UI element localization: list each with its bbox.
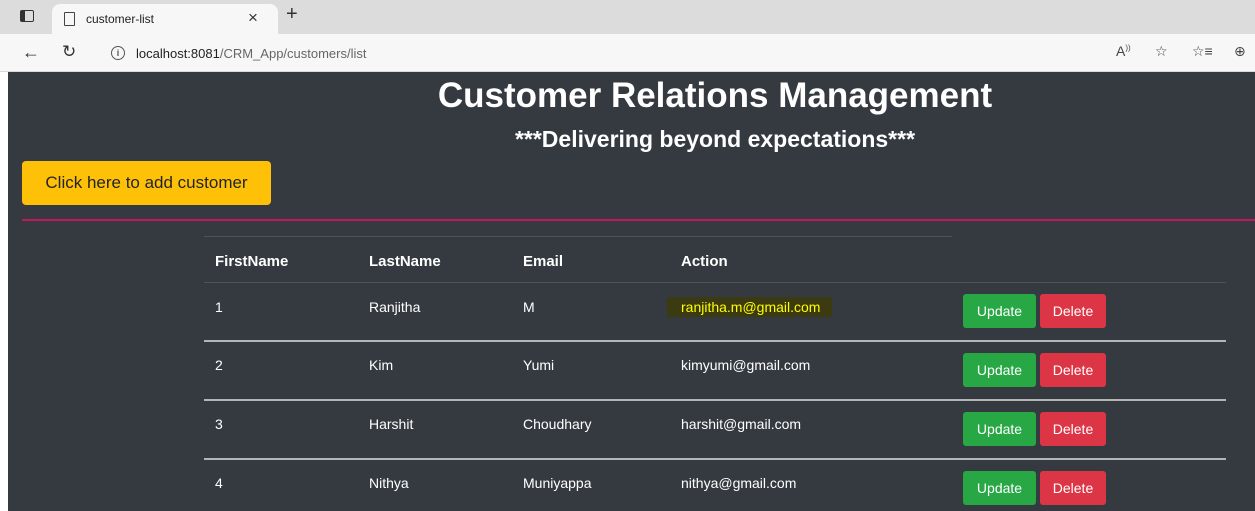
cell-firstname: Kim [369, 357, 394, 373]
delete-button[interactable]: Delete [1040, 412, 1106, 446]
page-content: Customer Relations Management ***Deliver… [0, 72, 1255, 511]
tab-title: customer-list [86, 12, 155, 26]
read-aloud-icon[interactable]: A)) [1116, 43, 1131, 59]
cell-id: 4 [215, 475, 223, 491]
highlighted-email: ranjitha.m@gmail.com [667, 297, 833, 317]
row-divider [204, 340, 1226, 342]
close-tab-icon[interactable]: × [248, 8, 258, 28]
page-subtitle: ***Delivering beyond expectations*** [514, 126, 916, 152]
cell-id: 3 [215, 416, 223, 432]
favorite-star-icon[interactable]: ☆ [1155, 43, 1168, 60]
delete-button[interactable]: Delete [1040, 353, 1106, 387]
delete-button[interactable]: Delete [1040, 471, 1106, 505]
url-field[interactable]: i localhost:8081/CRM_App/customers/list [98, 39, 1098, 67]
column-header-action: Action [681, 253, 728, 270]
add-customer-button[interactable]: Click here to add customer [22, 161, 271, 205]
table-row: 1 Ranjitha M ranjitha.m@gmail.com Update… [204, 282, 1226, 342]
tab-actions-icon[interactable] [20, 10, 34, 22]
url-path: /CRM_App/customers/list [219, 46, 367, 61]
cell-email: ranjitha.m@gmail.com [667, 297, 833, 317]
cell-firstname: Ranjitha [369, 299, 421, 315]
cell-email: harshit@gmail.com [681, 416, 802, 432]
table-row: 3 Harshit Choudhary harshit@gmail.com Up… [204, 399, 1226, 459]
reload-icon[interactable]: ↻ [62, 42, 76, 62]
divider [22, 219, 1255, 221]
update-button[interactable]: Update [963, 294, 1036, 328]
browser-tab-bar: customer-list × + [0, 0, 1255, 34]
row-divider [204, 458, 1226, 460]
row-divider [204, 282, 1226, 283]
url-text: localhost:8081/CRM_App/customers/list [136, 46, 367, 61]
table-row: 2 Kim Yumi kimyumi@gmail.com Update Dele… [204, 340, 1226, 400]
cell-id: 1 [215, 299, 223, 315]
collections-icon[interactable]: ⊕ [1234, 43, 1246, 60]
cell-id: 2 [215, 357, 223, 373]
favorites-list-icon[interactable]: ☆≡ [1192, 43, 1213, 60]
cell-lastname: Muniyappa [523, 475, 592, 491]
table-top-border [204, 236, 952, 237]
back-arrow-icon[interactable]: ← [22, 42, 40, 63]
update-button[interactable]: Update [963, 412, 1036, 446]
update-button[interactable]: Update [963, 471, 1036, 505]
column-header-email: Email [523, 253, 564, 270]
column-header-firstname: FirstName [215, 253, 289, 270]
new-tab-icon[interactable]: + [286, 3, 298, 26]
cell-firstname: Harshit [369, 416, 414, 432]
row-divider [204, 399, 1226, 401]
page-icon [64, 12, 75, 26]
cell-lastname: Yumi [523, 357, 555, 373]
cell-email: kimyumi@gmail.com [681, 357, 811, 373]
column-header-lastname: LastName [369, 253, 441, 270]
browser-tab[interactable]: customer-list × [52, 4, 278, 34]
page-title: Customer Relations Management [437, 76, 993, 115]
table-row: 4 Nithya Muniyappa nithya@gmail.com Upda… [204, 458, 1226, 511]
cell-firstname: Nithya [369, 475, 409, 491]
cell-email: nithya@gmail.com [681, 475, 797, 491]
update-button[interactable]: Update [963, 353, 1036, 387]
url-host: localhost:8081 [136, 46, 220, 61]
cell-lastname: Choudhary [523, 416, 592, 432]
info-icon[interactable]: i [111, 46, 125, 60]
address-bar: ← ↻ i localhost:8081/CRM_App/customers/l… [0, 34, 1255, 72]
delete-button[interactable]: Delete [1040, 294, 1106, 328]
cell-lastname: M [523, 299, 535, 315]
